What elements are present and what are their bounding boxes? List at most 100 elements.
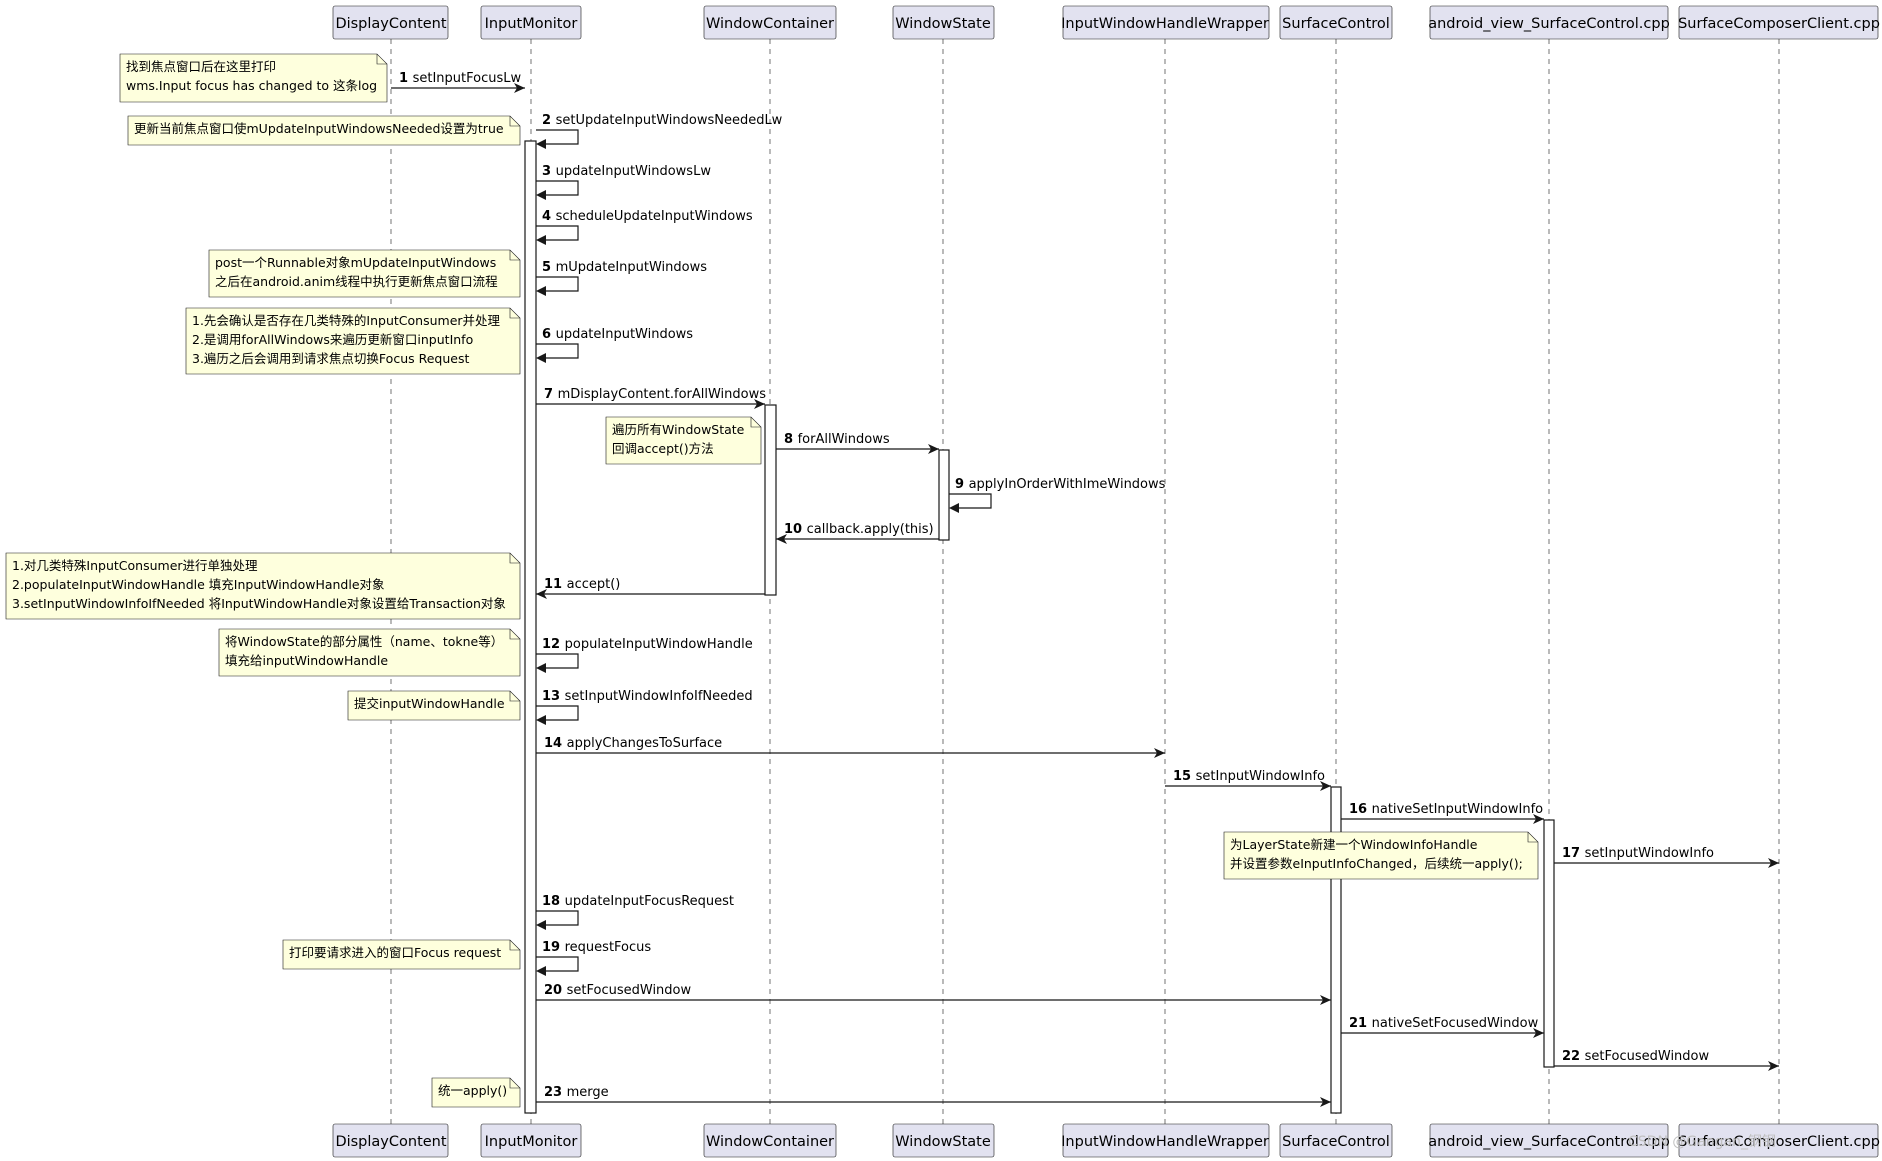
participant-top-0: DisplayContent: [332, 5, 449, 40]
message-label: 6 updateInputWindows: [542, 327, 693, 342]
watermark: CSDN @Gangan_钢钢: [1628, 1134, 1776, 1150]
note-line: 3.setInputWindowInfoIfNeeded 将InputWindo…: [12, 596, 506, 611]
message-label: 3 updateInputWindowsLw: [542, 164, 711, 179]
message-14: 14 applyChangesToSurface: [536, 736, 1165, 758]
message-5: 5 mUpdateInputWindows: [536, 260, 707, 296]
message-label: 14 applyChangesToSurface: [544, 736, 722, 751]
note-2: 更新当前焦点窗口使mUpdateInputWindowsNeeded设置为tru…: [127, 115, 521, 146]
message-label: 20 setFocusedWindow: [544, 983, 691, 998]
participant-top-4: InputWindowHandleWrapper: [1061, 5, 1270, 40]
activation-bar-2: [938, 449, 950, 541]
participant-top-7: SurfaceComposerClient.cpp: [1678, 5, 1880, 40]
note-line: 1.先会确认是否存在几类特殊的InputConsumer并处理: [192, 313, 501, 328]
note-line: 将WindowState的部分属性（name、tokne等）: [225, 634, 503, 649]
message-label: 18 updateInputFocusRequest: [542, 894, 734, 909]
participant-bottom-5: SurfaceControl: [1279, 1123, 1393, 1158]
participant-label: WindowContainer: [706, 16, 834, 32]
note-1: 找到焦点窗口后在这里打印 wms.Input focus has changed …: [119, 53, 388, 103]
note-5: 遍历所有WindowState 回调accept()方法: [605, 416, 762, 465]
note-line: 并设置参数eInputInfoChanged，后续统一apply();: [1230, 856, 1523, 871]
message-22: 22 setFocusedWindow: [1554, 1049, 1779, 1071]
participant-label: WindowContainer: [706, 1134, 834, 1150]
message-label: 22 setFocusedWindow: [1562, 1049, 1709, 1064]
note-line: 找到焦点窗口后在这里打印: [126, 59, 276, 74]
message-label: 13 setInputWindowInfoIfNeeded: [542, 689, 753, 704]
note-line: 遍历所有WindowState: [612, 422, 745, 437]
note-10: 打印要请求进入的窗口Focus request: [282, 939, 521, 970]
note-line: 打印要请求进入的窗口Focus request: [289, 945, 501, 960]
participant-label: InputWindowHandleWrapper: [1061, 16, 1269, 32]
note-line: wms.Input focus has changed to 这条log: [126, 78, 377, 93]
message-label: 15 setInputWindowInfo: [1173, 769, 1325, 784]
participant-top-6: android_view_SurfaceControl.cpp: [1428, 5, 1670, 40]
note-line: 3.遍历之后会调用到请求焦点切换Focus Request: [192, 351, 469, 366]
note-4: 1.先会确认是否存在几类特殊的InputConsumer并处理 2.是调用forA…: [185, 307, 521, 375]
note-11: 统一apply(): [431, 1077, 521, 1108]
message-label: 1 setInputFocusLw: [399, 71, 521, 86]
message-9: 9 applyInOrderWithImeWindows: [949, 477, 1166, 513]
note-line: 提交inputWindowHandle: [354, 696, 505, 711]
note-line: 1.对几类特殊InputConsumer进行单独处理: [12, 558, 258, 573]
message-7: 7 mDisplayContent.forAllWindows: [536, 387, 766, 409]
note-9: 为LayerState新建一个WindowInfoHandle 并设置参数eInp…: [1223, 831, 1539, 880]
participant-bottom-1: InputMonitor: [480, 1123, 582, 1158]
sequence-diagram: DisplayContent DisplayContent InputMonitor…: [5, 5, 1880, 1158]
participant-bottom-0: DisplayContent: [332, 1123, 449, 1158]
message-label: 7 mDisplayContent.forAllWindows: [544, 387, 766, 402]
participant-label: android_view_SurfaceControl.cpp: [1428, 16, 1670, 32]
note-7: 将WindowState的部分属性（name、tokne等） 填充给inputWi…: [218, 628, 521, 677]
note-line: 之后在android.anim线程中执行更新焦点窗口流程: [215, 274, 498, 289]
message-8: 8 forAllWindows: [776, 432, 939, 454]
participant-top-3: WindowState: [892, 5, 995, 40]
message-label: 8 forAllWindows: [784, 432, 890, 447]
message-label: 17 setInputWindowInfo: [1562, 846, 1714, 861]
participant-top-2: WindowContainer: [703, 5, 837, 40]
participant-label: SurfaceControl: [1282, 1134, 1390, 1150]
message-2: 2 setUpdateInputWindowsNeededLw: [536, 113, 783, 149]
message-label: 4 scheduleUpdateInputWindows: [542, 209, 753, 224]
note-line: 填充给inputWindowHandle: [225, 653, 388, 668]
message-label: 10 callback.apply(this): [784, 522, 934, 537]
message-label: 21 nativeSetFocusedWindow: [1349, 1016, 1539, 1031]
note-line: 更新当前焦点窗口使mUpdateInputWindowsNeeded设置为tru…: [134, 121, 504, 136]
participant-label: InputMonitor: [485, 16, 578, 32]
message-label: 23 merge: [544, 1085, 609, 1100]
note-line: 2.populateInputWindowHandle 填充InputWindo…: [12, 577, 385, 592]
participant-bottom-3: WindowState: [892, 1123, 995, 1158]
activation-bar-1: [764, 404, 777, 596]
message-19: 19 requestFocus: [536, 940, 651, 976]
participant-label: SurfaceControl: [1282, 16, 1390, 32]
message-20: 20 setFocusedWindow: [536, 983, 1331, 1005]
message-label: 16 nativeSetInputWindowInfo: [1349, 802, 1543, 817]
message-label: 11 accept(): [544, 577, 620, 592]
message-13: 13 setInputWindowInfoIfNeeded: [536, 689, 753, 725]
message-15: 15 setInputWindowInfo: [1165, 769, 1331, 791]
message-label: 5 mUpdateInputWindows: [542, 260, 707, 275]
note-line: 回调accept()方法: [612, 441, 714, 456]
note-6: 1.对几类特殊InputConsumer进行单独处理 2.populateInpu…: [5, 552, 521, 620]
activation-bar-0: [524, 140, 537, 1114]
participant-top-5: SurfaceControl: [1279, 5, 1393, 40]
participant-label: DisplayContent: [335, 1134, 446, 1150]
participant-label: SurfaceComposerClient.cpp: [1678, 16, 1880, 32]
message-17: 17 setInputWindowInfo: [1554, 846, 1779, 868]
participant-label: WindowState: [895, 16, 991, 32]
message-label: 9 applyInOrderWithImeWindows: [955, 477, 1166, 492]
participant-bottom-2: WindowContainer: [703, 1123, 837, 1158]
message-label: 12 populateInputWindowHandle: [542, 637, 753, 652]
activation-bar-4: [1543, 819, 1555, 1068]
participant-label: DisplayContent: [335, 16, 446, 32]
message-18: 18 updateInputFocusRequest: [536, 894, 734, 930]
message-3: 3 updateInputWindowsLw: [536, 164, 711, 200]
message-11: 11 accept(): [536, 577, 765, 599]
message-21: 21 nativeSetFocusedWindow: [1341, 1016, 1544, 1038]
message-16: 16 nativeSetInputWindowInfo: [1341, 802, 1544, 824]
note-line: 统一apply(): [438, 1083, 507, 1098]
note-8: 提交inputWindowHandle: [347, 690, 521, 721]
message-10: 10 callback.apply(this): [776, 522, 939, 544]
participant-label: WindowState: [895, 1134, 991, 1150]
participant-label: InputWindowHandleWrapper: [1061, 1134, 1269, 1150]
message-6: 6 updateInputWindows: [536, 327, 693, 363]
note-line: 2.是调用forAllWindows来遍历更新窗口inputInfo: [192, 332, 473, 347]
message-4: 4 scheduleUpdateInputWindows: [536, 209, 753, 245]
